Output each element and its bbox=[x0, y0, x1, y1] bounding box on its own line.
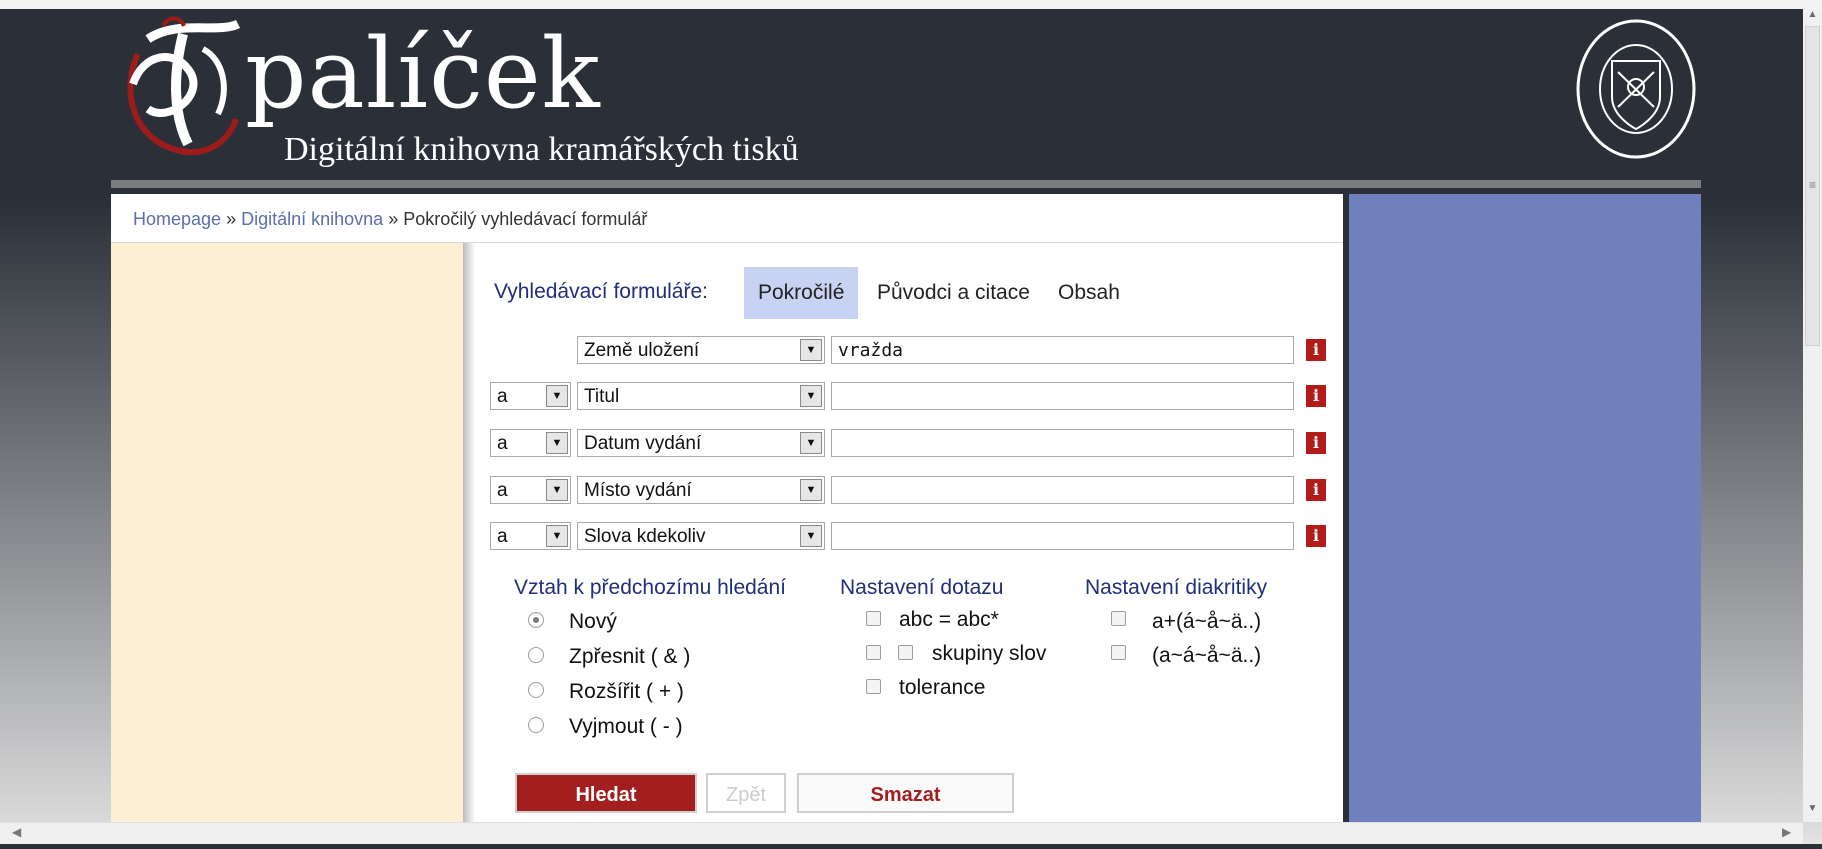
radio-refine[interactable] bbox=[528, 647, 544, 663]
operator-select-2[interactable]: a ▼ bbox=[490, 382, 571, 410]
chevron-down-icon: ▼ bbox=[546, 385, 568, 407]
search-input-1[interactable]: vražda bbox=[831, 336, 1294, 364]
scroll-right-icon[interactable]: ▶ bbox=[1782, 825, 1791, 839]
right-sidebar bbox=[1349, 194, 1701, 824]
info-icon[interactable]: i bbox=[1306, 385, 1326, 407]
chevron-down-icon: ▼ bbox=[800, 432, 822, 454]
scroll-up-icon[interactable]: ▲ bbox=[1803, 9, 1822, 25]
query-settings-heading: Nastavení dotazu bbox=[840, 576, 1004, 599]
chevron-down-icon: ▼ bbox=[800, 479, 822, 501]
info-icon[interactable]: i bbox=[1306, 432, 1326, 454]
checkbox-diacritics-b[interactable] bbox=[1111, 645, 1126, 660]
breadcrumb-separator: » bbox=[226, 209, 237, 229]
breadcrumb-separator: » bbox=[388, 209, 399, 229]
browser-top-strip bbox=[0, 0, 1822, 9]
field-select-3[interactable]: Datum vydání ▼ bbox=[577, 429, 825, 457]
field-select-4[interactable]: Místo vydání ▼ bbox=[577, 476, 825, 504]
museum-seal-icon bbox=[1576, 19, 1696, 159]
tab-authors-citations[interactable]: Původci a citace bbox=[863, 267, 1044, 319]
header-divider bbox=[111, 180, 1701, 188]
logo-ornament-icon bbox=[127, 16, 241, 156]
breadcrumb: Homepage » Digitální knihovna » Pokročil… bbox=[111, 194, 1343, 243]
radio-label: Zpřesnit ( & ) bbox=[569, 645, 691, 668]
checkbox-tolerance[interactable] bbox=[866, 679, 881, 694]
museum-seal-logo[interactable] bbox=[1574, 17, 1698, 161]
radio-label: Rozšířit ( + ) bbox=[569, 680, 684, 703]
checkbox-label: a+(á~å~ä..) bbox=[1152, 610, 1262, 633]
search-input-3[interactable] bbox=[831, 429, 1294, 457]
info-icon[interactable]: i bbox=[1306, 525, 1326, 547]
radio-label: Nový bbox=[569, 610, 617, 633]
horizontal-scrollbar[interactable] bbox=[0, 822, 1803, 845]
field-select-5[interactable]: Slova kdekoliv ▼ bbox=[577, 522, 825, 550]
chevron-down-icon: ▼ bbox=[800, 385, 822, 407]
operator-select-5[interactable]: a ▼ bbox=[490, 522, 571, 550]
checkbox-diacritics-a[interactable] bbox=[1111, 611, 1126, 626]
grip-icon: ≡ bbox=[1808, 178, 1816, 192]
breadcrumb-current: Pokročilý vyhledávací formulář bbox=[403, 209, 648, 229]
chevron-down-icon: ▼ bbox=[546, 525, 568, 547]
left-sidebar bbox=[111, 243, 463, 824]
info-icon[interactable]: i bbox=[1306, 479, 1326, 501]
search-input-5[interactable] bbox=[831, 522, 1294, 550]
search-input-2[interactable] bbox=[831, 382, 1294, 410]
scroll-down-icon[interactable]: ▼ bbox=[1803, 803, 1822, 819]
checkbox-label: abc = abc* bbox=[899, 608, 999, 631]
checkbox-label: tolerance bbox=[899, 676, 986, 699]
radio-label: Vyjmout ( - ) bbox=[569, 715, 683, 738]
field-select-1[interactable]: Země uložení ▼ bbox=[577, 336, 825, 364]
breadcrumb-library-link[interactable]: Digitální knihovna bbox=[241, 209, 383, 229]
breadcrumb-home-link[interactable]: Homepage bbox=[133, 209, 221, 229]
checkbox-label: (a~á~å~ä..) bbox=[1152, 644, 1262, 667]
site-logo[interactable]: palíček Digitální knihovna kramářských t… bbox=[118, 14, 838, 174]
chevron-down-icon: ▼ bbox=[546, 479, 568, 501]
field-select-2[interactable]: Titul ▼ bbox=[577, 382, 825, 410]
checkbox-phrase-a[interactable] bbox=[866, 645, 881, 660]
operator-select-4[interactable]: a ▼ bbox=[490, 476, 571, 504]
relation-heading: Vztah k předchozímu hledání bbox=[514, 576, 786, 599]
radio-new[interactable] bbox=[528, 612, 544, 628]
checkbox-phrase-b[interactable] bbox=[898, 645, 913, 660]
chevron-down-icon: ▼ bbox=[800, 525, 822, 547]
scroll-left-icon[interactable]: ◀ bbox=[12, 825, 21, 839]
info-icon[interactable]: i bbox=[1306, 339, 1326, 361]
tab-content[interactable]: Obsah bbox=[1044, 267, 1134, 319]
tab-advanced[interactable]: Pokročilé bbox=[744, 267, 859, 319]
clear-button[interactable]: Smazat bbox=[797, 773, 1014, 813]
operator-select-3[interactable]: a ▼ bbox=[490, 429, 571, 457]
radio-extend[interactable] bbox=[528, 682, 544, 698]
radio-exclude[interactable] bbox=[528, 717, 544, 733]
site-subtitle: Digitální knihovna kramářských tisků bbox=[284, 131, 799, 168]
search-input-4[interactable] bbox=[831, 476, 1294, 504]
chevron-down-icon: ▼ bbox=[546, 432, 568, 454]
diacritics-heading: Nastavení diakritiky bbox=[1085, 576, 1268, 599]
chevron-down-icon: ▼ bbox=[800, 339, 822, 361]
checkbox-label: skupiny slov bbox=[932, 642, 1047, 665]
back-button[interactable]: Zpět bbox=[706, 773, 786, 813]
checkbox-truncation[interactable] bbox=[866, 611, 881, 626]
left-sidebar-shadow bbox=[463, 243, 475, 824]
search-forms-heading: Vyhledávací formuláře: bbox=[494, 280, 708, 303]
search-button[interactable]: Hledat bbox=[515, 773, 697, 813]
browser-bottom-strip bbox=[0, 844, 1822, 849]
site-title: palíček bbox=[245, 18, 601, 130]
